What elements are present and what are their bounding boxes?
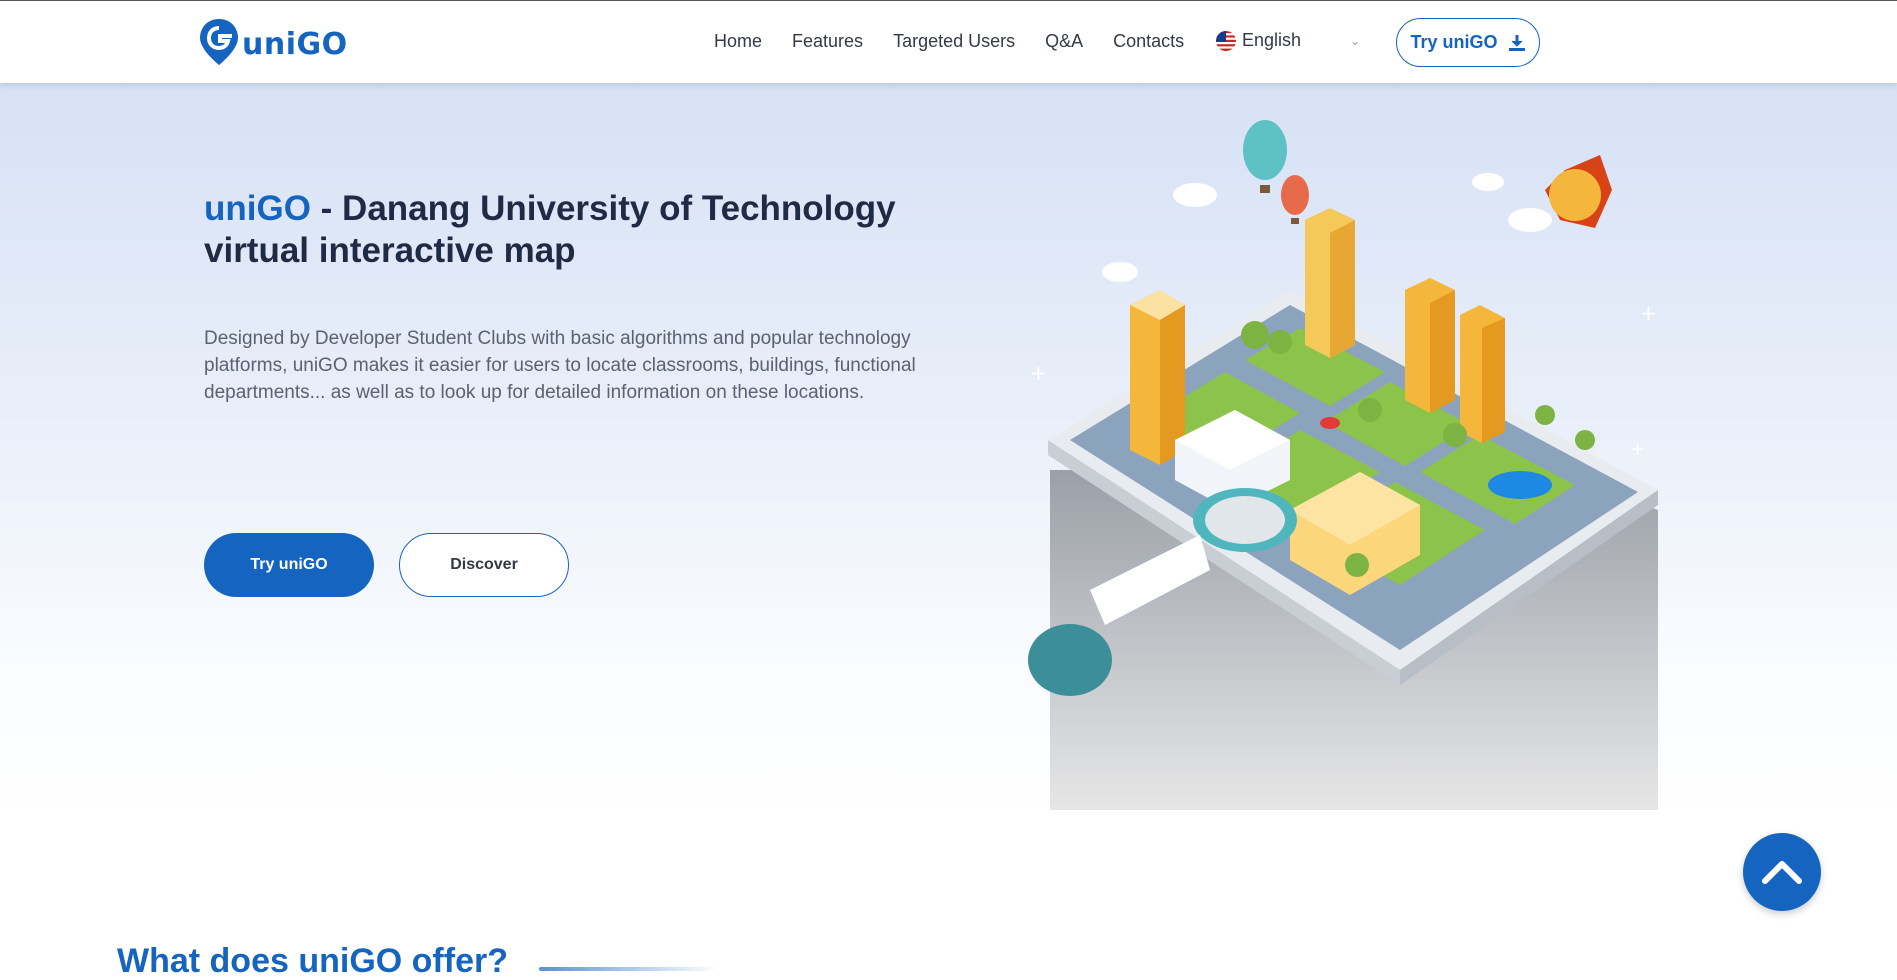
language-label: English: [1242, 30, 1302, 50]
language-select[interactable]: English ⌄: [1216, 30, 1366, 51]
nav-targeted-users[interactable]: Targeted Users: [893, 31, 1015, 52]
try-unigo-header-button[interactable]: Try uniGO: [1396, 18, 1540, 67]
logo[interactable]: uniGO: [198, 17, 348, 67]
site-header: uniGO Home Features Targeted Users Q&A C…: [0, 0, 1897, 83]
try-unigo-header-label: Try uniGO: [1410, 32, 1498, 52]
section-title-offer: What does uniGO offer?: [117, 942, 508, 980]
svg-text:+: +: [1640, 301, 1657, 325]
chevron-down-icon: ⌄: [1350, 34, 1361, 48]
logo-text: uniGO: [242, 26, 348, 62]
nav-home[interactable]: Home: [714, 31, 762, 52]
nav-qa[interactable]: Q&A: [1045, 31, 1083, 52]
map-pin-logo-icon: [200, 19, 238, 65]
building-tall-right: [1460, 305, 1505, 443]
download-icon: [1508, 34, 1525, 51]
svg-text:+: +: [1030, 361, 1047, 385]
nav-features[interactable]: Features: [792, 31, 863, 52]
section-title-underline: [539, 967, 719, 971]
building-tall-left: [1130, 290, 1185, 465]
building-tall-back: [1305, 208, 1355, 358]
chevron-up-icon: [1762, 861, 1802, 884]
scroll-to-top-button[interactable]: [1743, 833, 1821, 911]
main-nav: Home Features Targeted Users Q&A Contact…: [714, 31, 1214, 52]
svg-text:+: +: [1630, 439, 1645, 460]
us-flag-icon: [1216, 30, 1236, 51]
building-tall-mid: [1405, 278, 1455, 413]
try-unigo-button[interactable]: Try uniGO: [204, 533, 374, 597]
hero-title: uniGO - Danang University of Technology …: [204, 188, 964, 272]
hero-title-brand: uniGO: [204, 189, 311, 228]
nav-contacts[interactable]: Contacts: [1113, 31, 1184, 52]
hero-description: Designed by Developer Student Clubs with…: [204, 328, 916, 403]
discover-button[interactable]: Discover: [399, 533, 569, 597]
isometric-city-map-illustration: + + +: [1028, 120, 1658, 810]
